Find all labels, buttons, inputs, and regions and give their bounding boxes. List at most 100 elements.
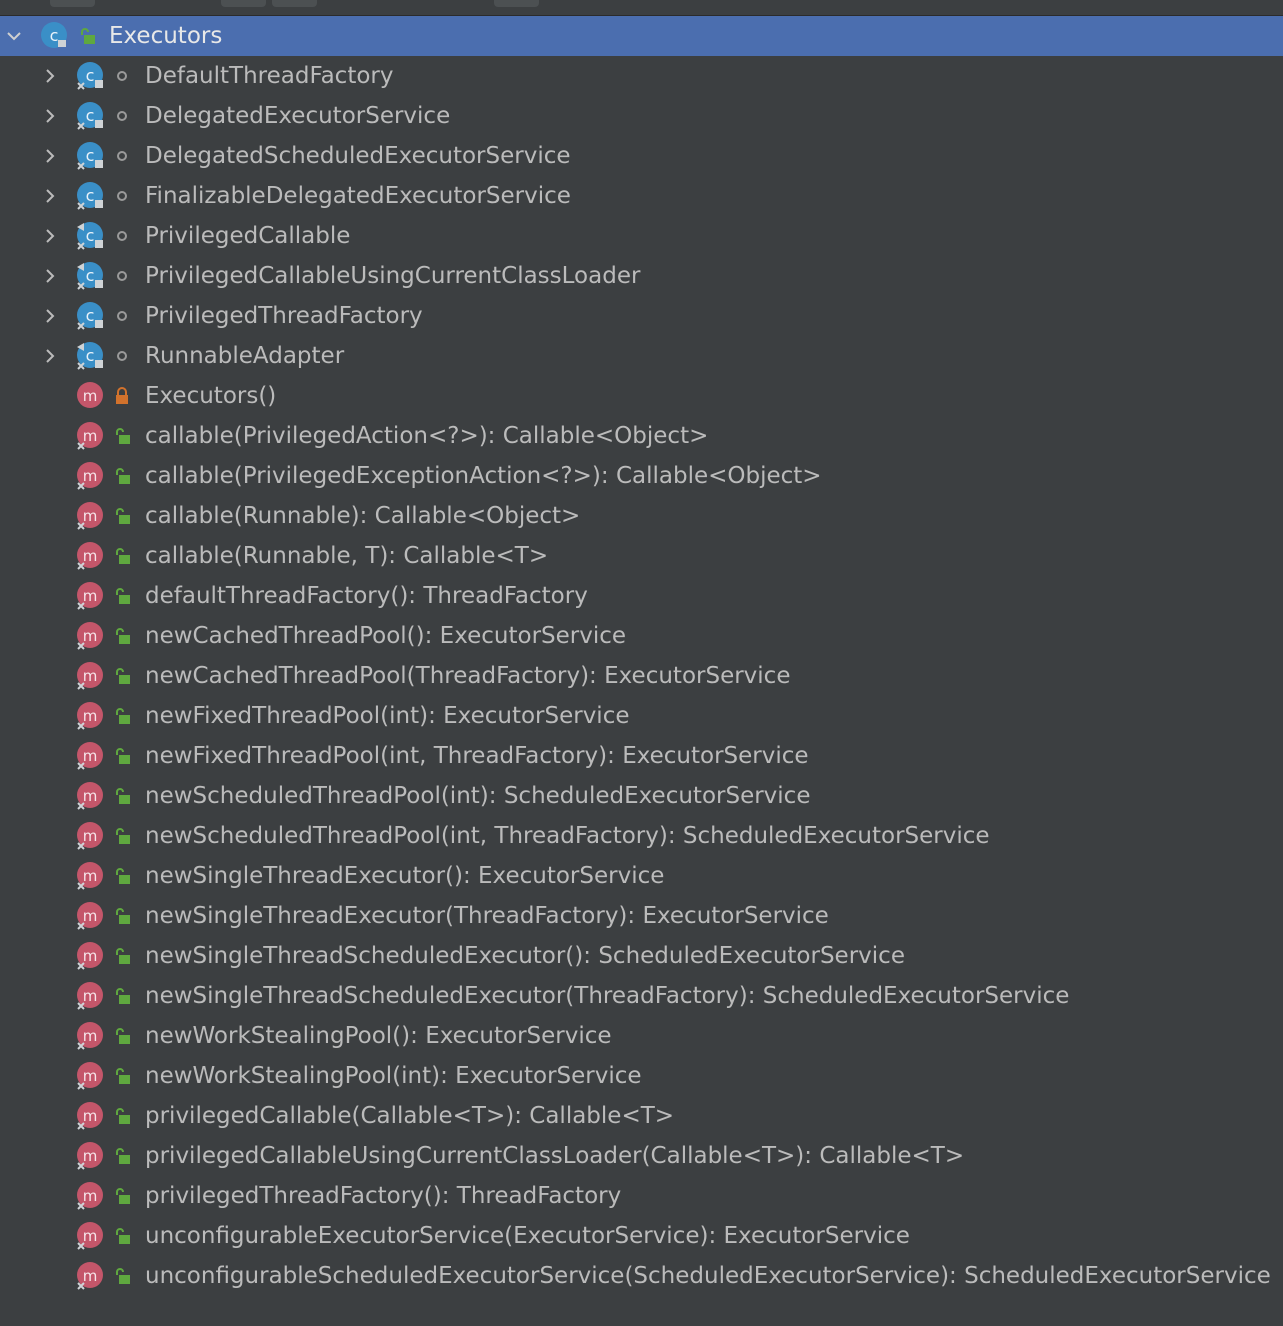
- tree-item-label: newSingleThreadScheduledExecutor(): Sche…: [145, 943, 905, 969]
- chevron-down-icon[interactable]: [0, 16, 28, 56]
- svg-text:m: m: [83, 1027, 98, 1045]
- public-lock-icon: [113, 1027, 131, 1045]
- public-lock-icon: [113, 747, 131, 765]
- tree-item-label: RunnableAdapter: [145, 343, 345, 369]
- svg-text:m: m: [83, 947, 98, 965]
- tree-item-method[interactable]: m newCachedThreadPool(): ExecutorService: [0, 616, 1283, 656]
- tree-item-method[interactable]: m newSingleThreadScheduledExecutor(): Sch…: [0, 936, 1283, 976]
- tree-item-label: newSingleThreadExecutor(ThreadFactory): …: [145, 903, 829, 929]
- tree-item-method[interactable]: m Executors(): [0, 376, 1283, 416]
- final-static-class-icon: c: [75, 261, 105, 291]
- chevron-right-icon[interactable]: [36, 256, 64, 296]
- tree-item-method[interactable]: m newSingleThreadScheduledExecutor(Thread…: [0, 976, 1283, 1016]
- static-method-icon: m: [75, 461, 105, 491]
- public-lock-icon: [113, 1147, 131, 1165]
- chevron-right-icon[interactable]: [36, 136, 64, 176]
- static-method-icon: m: [75, 1141, 105, 1171]
- toolbar-button[interactable]: [221, 0, 266, 7]
- tree-item-method[interactable]: m newCachedThreadPool(ThreadFactory): Exe…: [0, 656, 1283, 696]
- static-method-icon: m: [75, 421, 105, 451]
- tree-item-label: privilegedCallableUsingCurrentClassLoade…: [145, 1143, 965, 1169]
- tree-item-method[interactable]: m newWorkStealingPool(int): ExecutorServi…: [0, 1056, 1283, 1096]
- tree-item-method[interactable]: m newSingleThreadExecutor(ThreadFactory):…: [0, 896, 1283, 936]
- svg-text:m: m: [83, 467, 98, 485]
- tree-item-method[interactable]: m newScheduledThreadPool(int): ScheduledE…: [0, 776, 1283, 816]
- public-lock-icon: [113, 907, 131, 925]
- chevron-right-icon[interactable]: [36, 336, 64, 376]
- tree-item-inner-class[interactable]: c DefaultThreadFactory: [0, 56, 1283, 96]
- tree-item-inner-class[interactable]: c DelegatedExecutorService: [0, 96, 1283, 136]
- final-static-class-icon: c: [75, 221, 105, 251]
- tree-item-method[interactable]: m unconfigurableScheduledExecutorService(…: [0, 1256, 1283, 1296]
- package-private-icon: [113, 107, 131, 125]
- tree-item-method[interactable]: m callable(PrivilegedAction<?>): Callable…: [0, 416, 1283, 456]
- tree-item-inner-class[interactable]: c PrivilegedCallableUsingCurrentClassLoad…: [0, 256, 1283, 296]
- svg-text:c: c: [86, 146, 95, 165]
- chevron-right-icon[interactable]: [36, 176, 64, 216]
- static-class-icon: c: [75, 101, 105, 131]
- tree-item-method[interactable]: m newSingleThreadExecutor(): ExecutorServ…: [0, 856, 1283, 896]
- static-method-icon: m: [75, 581, 105, 611]
- package-private-icon: [113, 347, 131, 365]
- tree-item-inner-class[interactable]: c PrivilegedCallable: [0, 216, 1283, 256]
- svg-text:m: m: [83, 627, 98, 645]
- tree-item-label: callable(PrivilegedExceptionAction<?>): …: [145, 463, 822, 489]
- tree-item-method[interactable]: m callable(Runnable): Callable<Object>: [0, 496, 1283, 536]
- tree-item-inner-class[interactable]: c DelegatedScheduledExecutorService: [0, 136, 1283, 176]
- static-class-icon: c: [75, 301, 105, 331]
- svg-text:c: c: [86, 186, 95, 205]
- tree-item-method[interactable]: m privilegedThreadFactory(): ThreadFactor…: [0, 1176, 1283, 1216]
- chevron-right-icon[interactable]: [36, 96, 64, 136]
- static-method-icon: m: [75, 1181, 105, 1211]
- svg-text:m: m: [83, 987, 98, 1005]
- static-method-icon: m: [75, 621, 105, 651]
- static-class-icon: c: [75, 61, 105, 91]
- svg-text:m: m: [83, 1107, 98, 1125]
- chevron-right-icon[interactable]: [36, 56, 64, 96]
- structure-tree: c Executors c DefaultThreadFactory c Delega…: [0, 16, 1283, 1296]
- svg-text:m: m: [83, 867, 98, 885]
- tree-item-inner-class[interactable]: c RunnableAdapter: [0, 336, 1283, 376]
- toolbar-button[interactable]: [272, 0, 317, 7]
- tree-root-executors[interactable]: c Executors: [0, 16, 1283, 56]
- method-icon: m: [75, 381, 105, 411]
- tree-item-label: newSingleThreadScheduledExecutor(ThreadF…: [145, 983, 1070, 1009]
- chevron-right-icon[interactable]: [36, 216, 64, 256]
- tree-item-method[interactable]: m callable(Runnable, T): Callable<T>: [0, 536, 1283, 576]
- tree-item-label: DelegatedScheduledExecutorService: [145, 143, 571, 169]
- tree-item-method[interactable]: m newWorkStealingPool(): ExecutorService: [0, 1016, 1283, 1056]
- public-lock-icon: [113, 1227, 131, 1245]
- tree-item-label: privilegedCallable(Callable<T>): Callabl…: [145, 1103, 675, 1129]
- svg-text:c: c: [86, 306, 95, 325]
- svg-text:m: m: [83, 1067, 98, 1085]
- tree-item-method[interactable]: m newScheduledThreadPool(int, ThreadFacto…: [0, 816, 1283, 856]
- public-lock-icon: [78, 27, 96, 45]
- chevron-right-icon[interactable]: [36, 296, 64, 336]
- toolbar-button[interactable]: [494, 0, 539, 7]
- toolbar-strip: [0, 0, 1283, 17]
- tree-item-label: privilegedThreadFactory(): ThreadFactory: [145, 1183, 622, 1209]
- tree-item-method[interactable]: m defaultThreadFactory(): ThreadFactory: [0, 576, 1283, 616]
- static-method-icon: m: [75, 501, 105, 531]
- svg-text:c: c: [86, 66, 95, 85]
- svg-text:m: m: [83, 1267, 98, 1285]
- tree-item-label: defaultThreadFactory(): ThreadFactory: [145, 583, 588, 609]
- svg-text:c: c: [86, 226, 95, 245]
- tree-item-method[interactable]: m callable(PrivilegedExceptionAction<?>):…: [0, 456, 1283, 496]
- public-lock-icon: [113, 867, 131, 885]
- tree-item-label: newCachedThreadPool(): ExecutorService: [145, 623, 627, 649]
- svg-text:m: m: [83, 707, 98, 725]
- tree-item-inner-class[interactable]: c PrivilegedThreadFactory: [0, 296, 1283, 336]
- final-static-class-icon: c: [75, 341, 105, 371]
- static-method-icon: m: [75, 1101, 105, 1131]
- tree-item-method[interactable]: m privilegedCallable(Callable<T>): Callab…: [0, 1096, 1283, 1136]
- static-method-icon: m: [75, 741, 105, 771]
- tree-item-method[interactable]: m newFixedThreadPool(int): ExecutorServic…: [0, 696, 1283, 736]
- svg-text:m: m: [83, 827, 98, 845]
- tree-item-method[interactable]: m newFixedThreadPool(int, ThreadFactory):…: [0, 736, 1283, 776]
- tree-item-method[interactable]: m unconfigurableExecutorService(ExecutorS…: [0, 1216, 1283, 1256]
- tree-item-inner-class[interactable]: c FinalizableDelegatedExecutorService: [0, 176, 1283, 216]
- tree-item-method[interactable]: m privilegedCallableUsingCurrentClassLoad…: [0, 1136, 1283, 1176]
- static-method-icon: m: [75, 781, 105, 811]
- toolbar-button[interactable]: [50, 0, 95, 7]
